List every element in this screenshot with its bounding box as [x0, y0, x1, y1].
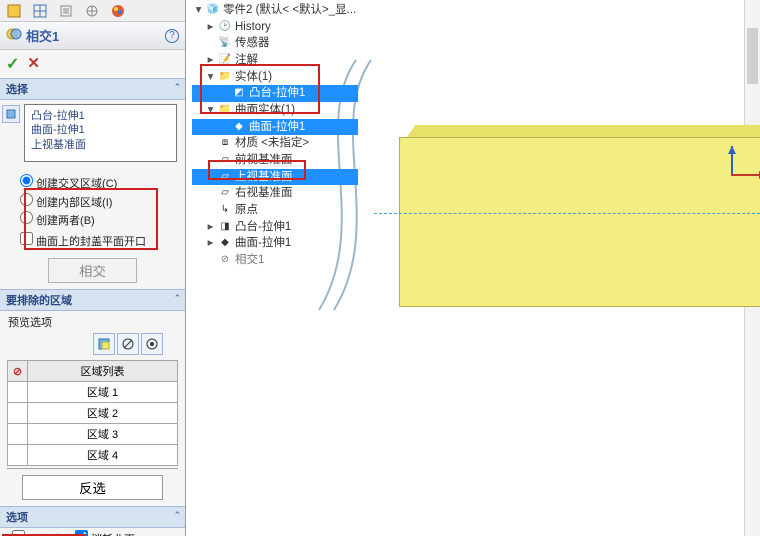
appearance-tab-icon[interactable] [108, 2, 128, 20]
collapse-icon: ˆ [175, 511, 179, 523]
cancel-button[interactable]: ✕ [27, 54, 40, 74]
ok-button[interactable]: ✓ [6, 54, 19, 74]
table-row[interactable]: 区域 4 [8, 445, 178, 466]
tree-item-annotations[interactable]: ▸📝注解 [192, 52, 358, 69]
intersect-icon: ⊘ [218, 253, 232, 267]
property-tab-icon[interactable] [30, 2, 50, 20]
tree-root[interactable]: ▾🧊零件2 (默认< <默认>_显... [192, 2, 358, 19]
graphics-viewport[interactable]: ▾🧊零件2 (默认< <默认>_显... ▸🕑History 📡传感器 ▸📝注解… [186, 0, 760, 536]
help-icon[interactable]: ? [165, 29, 179, 43]
surface-icon: ◆ [232, 120, 246, 134]
flyout-feature-tree: ▾🧊零件2 (默认< <默认>_显... ▸🕑History 📡传感器 ▸📝注解… [192, 2, 358, 269]
extrude-icon: ◨ [218, 220, 232, 234]
selection-filter-icon[interactable] [2, 105, 20, 123]
tree-item-feat-surf[interactable]: ▸◆曲面-拉伸1 [192, 235, 358, 252]
section-selection-header[interactable]: 选择 ˆ [0, 78, 185, 100]
intersect-button[interactable]: 相交 [48, 258, 137, 283]
surface-extrude-icon: ◆ [218, 237, 232, 251]
body-icon: ◩ [232, 87, 246, 101]
region-table: ⊘区域列表 区域 1 区域 2 区域 3 区域 4 [7, 360, 178, 466]
radio-create-internal[interactable]: 创建内部区域(I) [20, 193, 165, 212]
preview-tools [0, 330, 185, 358]
tree-item-history[interactable]: ▸🕑History [192, 19, 358, 36]
note-icon: 📝 [218, 53, 232, 67]
selection-item[interactable]: 上视基准面 [31, 138, 170, 152]
collapse-icon: ˆ [175, 83, 179, 95]
region-mode-radios: 创建交叉区域(C) 创建内部区域(I) 创建两者(B) [0, 170, 185, 232]
table-row[interactable]: 区域 2 [8, 403, 178, 424]
region-ban-icon: ⊘ [8, 361, 28, 382]
preview-show-included-icon[interactable] [93, 333, 115, 355]
table-empty-area [7, 468, 178, 469]
preview-show-both-icon[interactable] [141, 333, 163, 355]
selection-item[interactable]: 凸台-拉伸1 [31, 109, 170, 123]
part-icon: 🧊 [206, 3, 220, 17]
tree-item-surface-extrude[interactable]: ◆曲面-拉伸1 [192, 119, 358, 136]
folder-icon: 🕑 [218, 20, 232, 34]
tree-item-boss-extrude[interactable]: ◩凸台-拉伸1 [192, 85, 358, 102]
preview-label: 预览选项 [0, 311, 185, 330]
config-tab-icon[interactable] [56, 2, 76, 20]
tree-item-sensors[interactable]: 📡传感器 [192, 35, 358, 52]
checkbox-cap-surface[interactable]: 曲面上的封盖平面开口 [20, 232, 165, 251]
selection-list[interactable]: 凸台-拉伸1 曲面-拉伸1 上视基准面 [24, 104, 177, 162]
feature-tree-tab-icon[interactable] [4, 2, 24, 20]
sensor-icon: 📡 [218, 37, 232, 51]
tree-item-surface-bodies[interactable]: ▾📁曲面实体(1) [192, 102, 358, 119]
section-selection-label: 选择 [6, 81, 28, 97]
panel-tab-strip [0, 0, 185, 22]
material-icon: ⧈ [218, 137, 232, 151]
plane-icon: ▱ [218, 187, 232, 201]
radio-create-intersect[interactable]: 创建交叉区域(C) [20, 174, 165, 193]
section-exclude-header[interactable]: 要排除的区域 ˆ [0, 289, 185, 311]
tree-item-top-plane[interactable]: ▱上视基准面 [192, 169, 358, 186]
section-exclude-label: 要排除的区域 [6, 292, 72, 308]
dim-tab-icon[interactable] [82, 2, 102, 20]
radio-create-both[interactable]: 创建两者(B) [20, 211, 165, 230]
plane-icon: ▱ [218, 170, 232, 184]
table-row[interactable]: 区域 3 [8, 424, 178, 445]
axis-line [374, 213, 760, 214]
folder-icon: 📁 [218, 103, 232, 117]
tree-item-feat-intersect[interactable]: ⊘相交1 [192, 252, 358, 269]
collapse-icon: ˆ [175, 294, 179, 306]
plane-icon: ▱ [218, 153, 232, 167]
tree-item-feat-boss[interactable]: ▸◨凸台-拉伸1 [192, 219, 358, 236]
folder-icon: 📁 [218, 70, 232, 84]
confirm-row: ✓ ✕ [0, 50, 185, 78]
tree-item-origin[interactable]: ↳原点 [192, 202, 358, 219]
tree-item-solid-bodies[interactable]: ▾📁实体(1) [192, 69, 358, 86]
selection-item[interactable]: 曲面-拉伸1 [31, 123, 170, 137]
section-options-label: 选项 [6, 509, 28, 525]
tree-item-right-plane[interactable]: ▱右视基准面 [192, 185, 358, 202]
intersect-icon [6, 26, 22, 45]
tree-item-front-plane[interactable]: ▱前视基准面 [192, 152, 358, 169]
region-list-header: 区域列表 [28, 361, 178, 382]
table-row[interactable]: 区域 1 [8, 382, 178, 403]
pm-title: 相交1 [26, 26, 59, 45]
pm-header: 相交1 ? [0, 22, 185, 50]
preview-show-excluded-icon[interactable] [117, 333, 139, 355]
reverse-select-button[interactable]: 反选 [22, 475, 163, 500]
tree-item-material[interactable]: ⧈材质 <未指定> [192, 135, 358, 152]
model-solid-body[interactable] [399, 125, 760, 310]
section-options-header[interactable]: 选项 ˆ [0, 506, 185, 528]
origin-icon: ↳ [218, 203, 232, 217]
property-manager-panel: 相交1 ? ✓ ✕ 选择 ˆ 凸台-拉伸1 曲面-拉伸1 上视基准面 创建交叉区… [0, 0, 186, 536]
